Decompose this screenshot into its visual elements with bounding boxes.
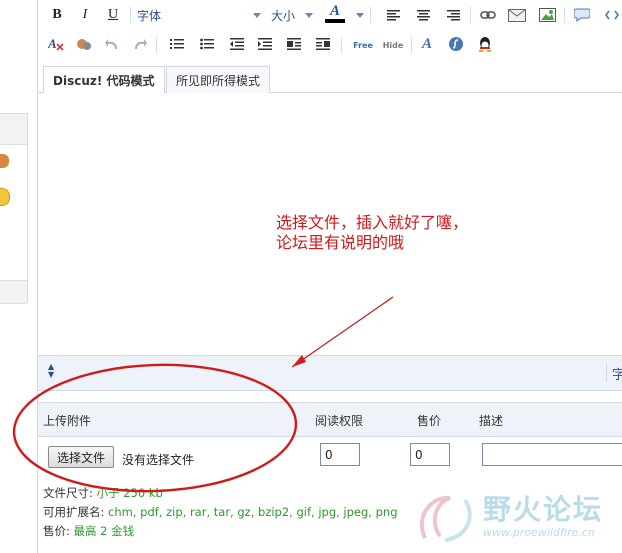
annotation-overlay bbox=[12, 296, 394, 493]
annotation-arrow bbox=[291, 296, 394, 368]
annotation-circle bbox=[12, 363, 298, 493]
